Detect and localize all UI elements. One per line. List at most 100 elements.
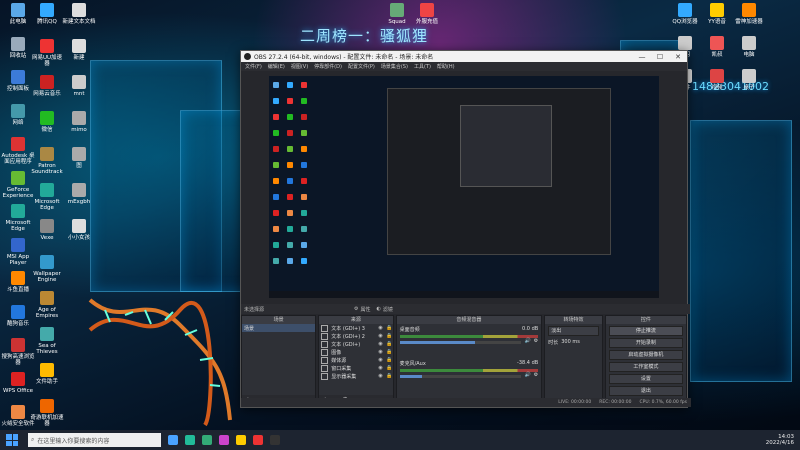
source-item[interactable]: 窗口采集 ◉ 🔒: [319, 364, 392, 372]
control-button[interactable]: 退出: [608, 386, 683, 396]
eye-icon[interactable]: ◉: [376, 333, 386, 339]
windows-start-icon[interactable]: [6, 434, 18, 446]
app-icon: [72, 111, 86, 125]
preview-icon: [287, 178, 293, 184]
desktop-icon[interactable]: 腾讯QQ: [30, 3, 64, 25]
app-icon: [72, 183, 86, 197]
desktop-icon[interactable]: YY语音: [700, 3, 734, 25]
taskbar-app-icon[interactable]: [253, 435, 263, 445]
properties-button[interactable]: 属性: [361, 306, 371, 313]
taskbar-app-icon[interactable]: [202, 435, 212, 445]
eye-icon[interactable]: ◉: [376, 357, 386, 363]
desktop-icon[interactable]: 微信: [30, 111, 64, 133]
preview-icon: [301, 258, 307, 264]
menu-item[interactable]: 编辑(E): [268, 63, 285, 70]
lock-icon[interactable]: 🔒: [386, 357, 393, 363]
desktop-icon[interactable]: 外服充值: [410, 3, 444, 25]
desktop-icon[interactable]: mExgbh: [62, 183, 96, 205]
source-item[interactable]: 显示器采集 ◉ 🔒: [319, 372, 392, 380]
desktop-icon[interactable]: 图: [62, 147, 96, 169]
lock-icon[interactable]: 🔒: [386, 325, 393, 331]
filters-button[interactable]: 滤镜: [383, 306, 393, 313]
source-item[interactable]: 文本 (GDI+) ◉ 🔒: [319, 340, 392, 348]
speaker-icon[interactable]: 🔊: [524, 338, 530, 344]
app-icon: [678, 36, 692, 50]
eye-icon[interactable]: ◉: [376, 341, 386, 347]
source-item[interactable]: 文本 (GDI+) 3 ◉ 🔒: [319, 324, 392, 332]
volume-slider[interactable]: [399, 341, 522, 344]
obs-preview[interactable]: [269, 76, 659, 298]
desktop-icon-label: 小小女孩: [67, 235, 90, 241]
taskbar-app-icon[interactable]: [168, 435, 178, 445]
menu-item[interactable]: 工具(T): [414, 63, 431, 70]
transition-type-select[interactable]: 淡出: [548, 326, 599, 336]
obs-window[interactable]: OBS 27.2.4 (64-bit, windows) - 配置文件: 未命名…: [240, 50, 691, 408]
speaker-icon[interactable]: 🔊: [524, 372, 530, 378]
eye-icon[interactable]: ◉: [376, 365, 386, 371]
desktop-icon[interactable]: QQ浏览器: [668, 3, 702, 25]
desktop-icon[interactable]: 网易UU加速器: [30, 39, 64, 67]
desktop-icon[interactable]: Squad: [380, 3, 414, 25]
desktop-icon[interactable]: 视频: [700, 69, 734, 91]
control-button[interactable]: 开始录制: [608, 338, 683, 348]
obs-titlebar[interactable]: OBS 27.2.4 (64-bit, windows) - 配置文件: 未命名…: [241, 51, 687, 62]
lock-icon[interactable]: 🔒: [386, 365, 393, 371]
gear-icon[interactable]: ⚙: [534, 372, 538, 378]
desktop-icon[interactable]: 网易云音乐: [30, 75, 64, 97]
taskbar-app-icon[interactable]: [185, 435, 195, 445]
control-button[interactable]: 设置: [608, 374, 683, 384]
filter-icon[interactable]: ◐: [377, 306, 381, 312]
desktop-icon[interactable]: 桌子: [732, 69, 766, 91]
lock-icon[interactable]: 🔒: [386, 373, 393, 379]
minimize-icon[interactable]: —: [633, 53, 651, 61]
menu-item[interactable]: 停靠部件(D): [314, 63, 342, 70]
desktop-icon[interactable]: Wallpaper Engine: [30, 255, 64, 283]
desktop-icon[interactable]: Microsoft Edge: [30, 183, 64, 211]
eye-icon[interactable]: ◉: [376, 349, 386, 355]
taskbar-app-icon[interactable]: [219, 435, 229, 445]
taskbar-app-icon[interactable]: [270, 435, 280, 445]
menu-item[interactable]: 帮助(H): [437, 63, 455, 70]
system-tray-clock[interactable]: 14:03 2022/4/16: [766, 434, 794, 446]
desktop-icon-label: 微信: [41, 127, 53, 133]
scene-item[interactable]: 场景: [242, 324, 316, 332]
desktop-icon[interactable]: 新建: [62, 39, 96, 61]
gear-icon[interactable]: ⚙: [534, 338, 538, 344]
desktop-icon[interactable]: 电脑: [732, 36, 766, 58]
eye-icon[interactable]: ◉: [376, 373, 386, 379]
lock-icon[interactable]: 🔒: [386, 341, 393, 347]
desktop-icon[interactable]: Patron Soundtrack: [30, 147, 64, 175]
gear-icon[interactable]: ⚙: [354, 306, 358, 312]
source-item[interactable]: 文本 (GDI+) 2 ◉ 🔒: [319, 332, 392, 340]
desktop-icon[interactable]: 文件助手: [30, 363, 64, 385]
taskbar-search-input[interactable]: ⌕ 在这里输入你要搜索的内容: [28, 433, 161, 447]
taskbar-app-icon[interactable]: [236, 435, 246, 445]
control-button[interactable]: 停止推流: [608, 326, 683, 336]
desktop-icon[interactable]: 凯叔: [700, 36, 734, 58]
maximize-icon[interactable]: ☐: [651, 53, 669, 61]
desktop-icon[interactable]: mimo: [62, 111, 96, 133]
app-icon: [710, 3, 724, 17]
desktop-icon[interactable]: mnt: [62, 75, 96, 97]
desktop-icon[interactable]: 雷神加速器: [732, 3, 766, 25]
desktop-icon[interactable]: 奇游联机加速器: [30, 399, 64, 427]
desktop-icon[interactable]: 新建文本文档: [62, 3, 96, 25]
desktop-icon[interactable]: Sea of Thieves: [30, 327, 64, 355]
menu-item[interactable]: 文件(F): [245, 63, 262, 70]
desktop-icon[interactable]: 小小女孩: [62, 219, 96, 241]
menu-item[interactable]: 配置文件(P): [348, 63, 375, 70]
menu-item[interactable]: 场景集合(S): [381, 63, 408, 70]
control-button[interactable]: 启动虚拟摄像机: [608, 350, 683, 360]
volume-slider[interactable]: [399, 375, 522, 378]
duration-value[interactable]: 300 ms: [561, 339, 580, 346]
close-icon[interactable]: ✕: [669, 53, 687, 61]
source-item[interactable]: 图像 ◉ 🔒: [319, 348, 392, 356]
desktop-icon[interactable]: Age of Empires: [30, 291, 64, 319]
source-item[interactable]: 媒体源 ◉ 🔒: [319, 356, 392, 364]
lock-icon[interactable]: 🔒: [386, 333, 393, 339]
lock-icon[interactable]: 🔒: [386, 349, 393, 355]
desktop-icon[interactable]: Vexe: [30, 219, 64, 241]
eye-icon[interactable]: ◉: [376, 325, 386, 331]
menu-item[interactable]: 视图(V): [291, 63, 308, 70]
control-button[interactable]: 工作室模式: [608, 362, 683, 372]
